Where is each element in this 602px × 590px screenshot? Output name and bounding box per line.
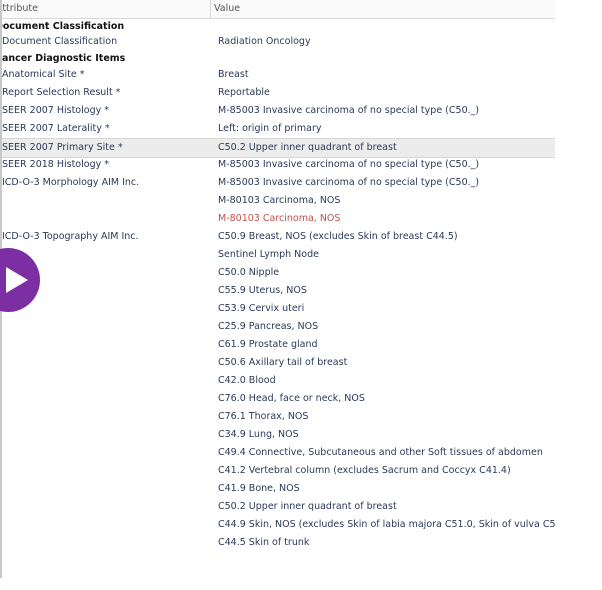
value-cell: Radiation Oncology <box>218 36 311 47</box>
attribute-cell: Anatomical Site * <box>2 69 85 80</box>
value-cell: M-80103 Carcinoma, NOS <box>218 195 341 206</box>
value-cell: C34.9 Lung, NOS <box>218 429 299 440</box>
value-cell: Sentinel Lymph Node <box>218 249 319 260</box>
table-row[interactable]: SEER 2007 Primary Site * C50.2 Upper inne… <box>0 138 555 158</box>
table-row[interactable]: C50.0 Nipple <box>0 264 555 282</box>
value-cell: C76.0 Head, face or neck, NOS <box>218 393 365 404</box>
value-cell: C76.1 Thorax, NOS <box>218 411 309 422</box>
table-row[interactable]: M-80103 Carcinoma, NOS <box>0 192 555 210</box>
attribute-column-header[interactable]: Attribute <box>0 3 38 14</box>
play-icon <box>6 267 28 293</box>
attribute-cell: Document Classification <box>0 21 125 32</box>
table-row[interactable]: Anatomical Site * Breast <box>0 66 555 84</box>
table-row[interactable]: Report Selection Result * Reportable <box>0 84 555 102</box>
attribute-cell: Cancer Diagnostic Items <box>0 53 126 64</box>
value-cell: M-85003 Invasive carcinoma of no special… <box>218 159 480 170</box>
table-row[interactable]: C25.9 Pancreas, NOS <box>0 318 555 336</box>
table-row[interactable]: C55.9 Uterus, NOS <box>0 282 555 300</box>
attribute-cell: SEER 2007 Primary Site * <box>2 142 123 153</box>
value-cell: C25.9 Pancreas, NOS <box>218 321 319 332</box>
attribute-cell: Report Selection Result * <box>2 87 121 98</box>
table-row[interactable]: ICD-O-3 Topography AIM Inc. C50.9 Breast,… <box>0 228 555 246</box>
table-row[interactable]: C44.9 Skin, NOS (excludes Skin of labia … <box>0 516 555 534</box>
value-cell: C50.0 Nipple <box>218 267 280 278</box>
attribute-value-grid: Attribute Value Document Classification D… <box>0 0 555 578</box>
value-cell: M-80103 Carcinoma, NOS <box>218 213 341 224</box>
table-row[interactable]: C50.2 Upper inner quadrant of breast <box>0 498 555 516</box>
value-cell: C53.9 Cervix uteri <box>218 303 305 314</box>
value-cell: C49.4 Connective, Subcutaneous and other… <box>218 447 543 458</box>
value-cell: Reportable <box>218 87 270 98</box>
value-cell: M-85003 Invasive carcinoma of no special… <box>218 105 480 116</box>
value-cell: C44.9 Skin, NOS (excludes Skin of labia … <box>218 519 555 530</box>
table-row[interactable]: SEER 2007 Histology * M-85003 Invasive ca… <box>0 102 555 120</box>
table-row[interactable]: SEER 2018 Histology * M-85003 Invasive ca… <box>0 156 555 174</box>
attribute-cell: SEER 2018 Histology * <box>2 159 109 170</box>
value-cell: C50.9 Breast, NOS (excludes Skin of brea… <box>218 231 458 242</box>
table-row[interactable]: C42.0 Blood <box>0 372 555 390</box>
table-row[interactable]: C44.5 Skin of trunk <box>0 534 555 552</box>
column-divider[interactable] <box>210 0 211 18</box>
attribute-cell: ICD-O-3 Morphology AIM Inc. <box>2 177 140 188</box>
value-cell: C55.9 Uterus, NOS <box>218 285 307 296</box>
value-column-header[interactable]: Value <box>214 3 240 14</box>
table-row[interactable]: C41.2 Vertebral column (excludes Sacrum … <box>0 462 555 480</box>
table-row[interactable]: C76.1 Thorax, NOS <box>0 408 555 426</box>
value-cell: C61.9 Prostate gland <box>218 339 318 350</box>
table-row[interactable]: C61.9 Prostate gland <box>0 336 555 354</box>
value-cell: C44.5 Skin of trunk <box>218 537 310 548</box>
value-cell: C41.9 Bone, NOS <box>218 483 300 494</box>
grid-header: Attribute Value <box>0 0 555 19</box>
table-row[interactable]: Document Classification Radiation Oncolog… <box>0 33 555 51</box>
table-row[interactable]: C41.9 Bone, NOS <box>0 480 555 498</box>
value-cell: C50.2 Upper inner quadrant of breast <box>218 501 397 512</box>
value-cell: C50.6 Axillary tail of breast <box>218 357 348 368</box>
attribute-cell: ICD-O-3 Topography AIM Inc. <box>2 231 139 242</box>
table-row[interactable]: C50.6 Axillary tail of breast <box>0 354 555 372</box>
table-row[interactable]: M-80103 Carcinoma, NOS <box>0 210 555 228</box>
table-row[interactable]: C49.4 Connective, Subcutaneous and other… <box>0 444 555 462</box>
table-row[interactable]: C76.0 Head, face or neck, NOS <box>0 390 555 408</box>
value-cell: Breast <box>218 69 249 80</box>
value-cell: C50.2 Upper inner quadrant of breast <box>218 142 397 153</box>
attribute-cell: SEER 2007 Laterality * <box>2 123 110 134</box>
value-cell: C41.2 Vertebral column (excludes Sacrum … <box>218 465 511 476</box>
value-cell: Left: origin of primary <box>218 123 322 134</box>
table-row[interactable]: C53.9 Cervix uteri <box>0 300 555 318</box>
value-cell: C42.0 Blood <box>218 375 276 386</box>
table-row[interactable]: SEER 2007 Laterality * Left: origin of pr… <box>0 120 555 138</box>
table-row[interactable]: Sentinel Lymph Node <box>0 246 555 264</box>
table-row[interactable]: ICD-O-3 Morphology AIM Inc. M-85003 Invas… <box>0 174 555 192</box>
attribute-cell: Document Classification <box>2 36 118 47</box>
attribute-cell: SEER 2007 Histology * <box>2 105 109 116</box>
value-cell: M-85003 Invasive carcinoma of no special… <box>218 177 480 188</box>
table-row[interactable]: C34.9 Lung, NOS <box>0 426 555 444</box>
